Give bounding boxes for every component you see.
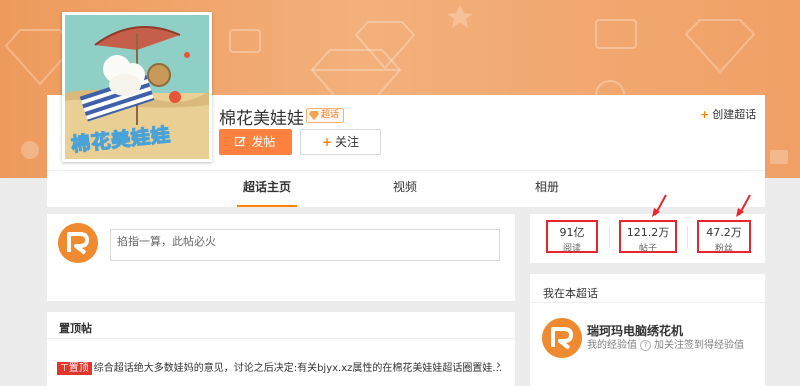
- create-super-topic-link[interactable]: + 创建超话: [700, 106, 756, 122]
- my-user-name[interactable]: 瑞珂玛电脑绣花机: [587, 322, 683, 339]
- stat-label: 阅读: [562, 244, 581, 254]
- pin-tag-label: 置顶: [68, 363, 89, 374]
- divider: [687, 226, 688, 248]
- pinned-post-text: 综合超话绝大多数娃妈的意见，讨论之后决定:有关bjyx.xz属性的在棉花美娃娃超…: [93, 363, 502, 374]
- super-topic-badge: 超话: [306, 108, 345, 123]
- divider: [530, 302, 765, 303]
- user-avatar[interactable]: [58, 223, 98, 263]
- post-input[interactable]: 掐指一算，此帖必火: [110, 229, 500, 261]
- my-avatar[interactable]: [542, 318, 582, 358]
- topic-title: 棉花美娃娃: [219, 109, 304, 129]
- pinned-heading: 置顶帖: [59, 322, 92, 335]
- chevron-right-icon[interactable]: ›: [496, 358, 501, 373]
- diamond-icon: [309, 111, 319, 120]
- create-label: 创建超话: [712, 108, 757, 121]
- post-button[interactable]: 发帖: [219, 129, 292, 155]
- pinned-post-item[interactable]: ⊤置顶 综合超话绝大多数娃妈的意见，讨论之后决定:有关bjyx.xz属性的在棉花美…: [57, 359, 507, 375]
- stat-value: 121.2万: [626, 226, 670, 239]
- help-icon[interactable]: ?: [640, 339, 651, 351]
- pin-icon: ⊤: [60, 363, 69, 374]
- exp-hint: 加关注签到得经验值: [654, 340, 744, 351]
- stat-reads: 91亿 阅读: [546, 220, 598, 254]
- my-section-heading: 我在本超话: [543, 287, 598, 300]
- exp-label: 我的经验值: [587, 340, 637, 351]
- stat-posts: 121.2万 帖子: [619, 220, 677, 254]
- edit-icon: [235, 136, 247, 147]
- stat-label: 粉丝: [714, 244, 733, 254]
- tab-topic-home[interactable]: 超话主页: [237, 171, 297, 207]
- tab-video[interactable]: 视频: [388, 171, 422, 205]
- plus-icon: +: [700, 108, 710, 121]
- pin-tag: ⊤置顶: [57, 362, 92, 375]
- stat-fans: 47.2万 粉丝: [697, 220, 751, 254]
- brand-logo-icon: [542, 318, 582, 358]
- topic-cover-image: 棉花美娃娃: [62, 12, 212, 162]
- post-button-label: 发帖: [251, 135, 276, 149]
- divider: [609, 226, 610, 248]
- experience-row: 我的经验值? 加关注签到得经验值: [587, 339, 759, 352]
- annotation-arrow-icon: [736, 194, 751, 217]
- brand-logo-icon: [58, 223, 98, 263]
- tab-album[interactable]: 相册: [530, 171, 564, 205]
- stat-value: 47.2万: [706, 226, 742, 239]
- annotation-arrow-icon: [652, 194, 667, 217]
- follow-button[interactable]: + 关注: [300, 129, 381, 155]
- badge-label: 超话: [321, 110, 340, 120]
- stat-label: 帖子: [638, 244, 657, 254]
- follow-button-label: 关注: [335, 135, 360, 149]
- plus-icon: +: [321, 135, 333, 149]
- stat-value: 91亿: [559, 226, 585, 239]
- divider: [47, 338, 515, 339]
